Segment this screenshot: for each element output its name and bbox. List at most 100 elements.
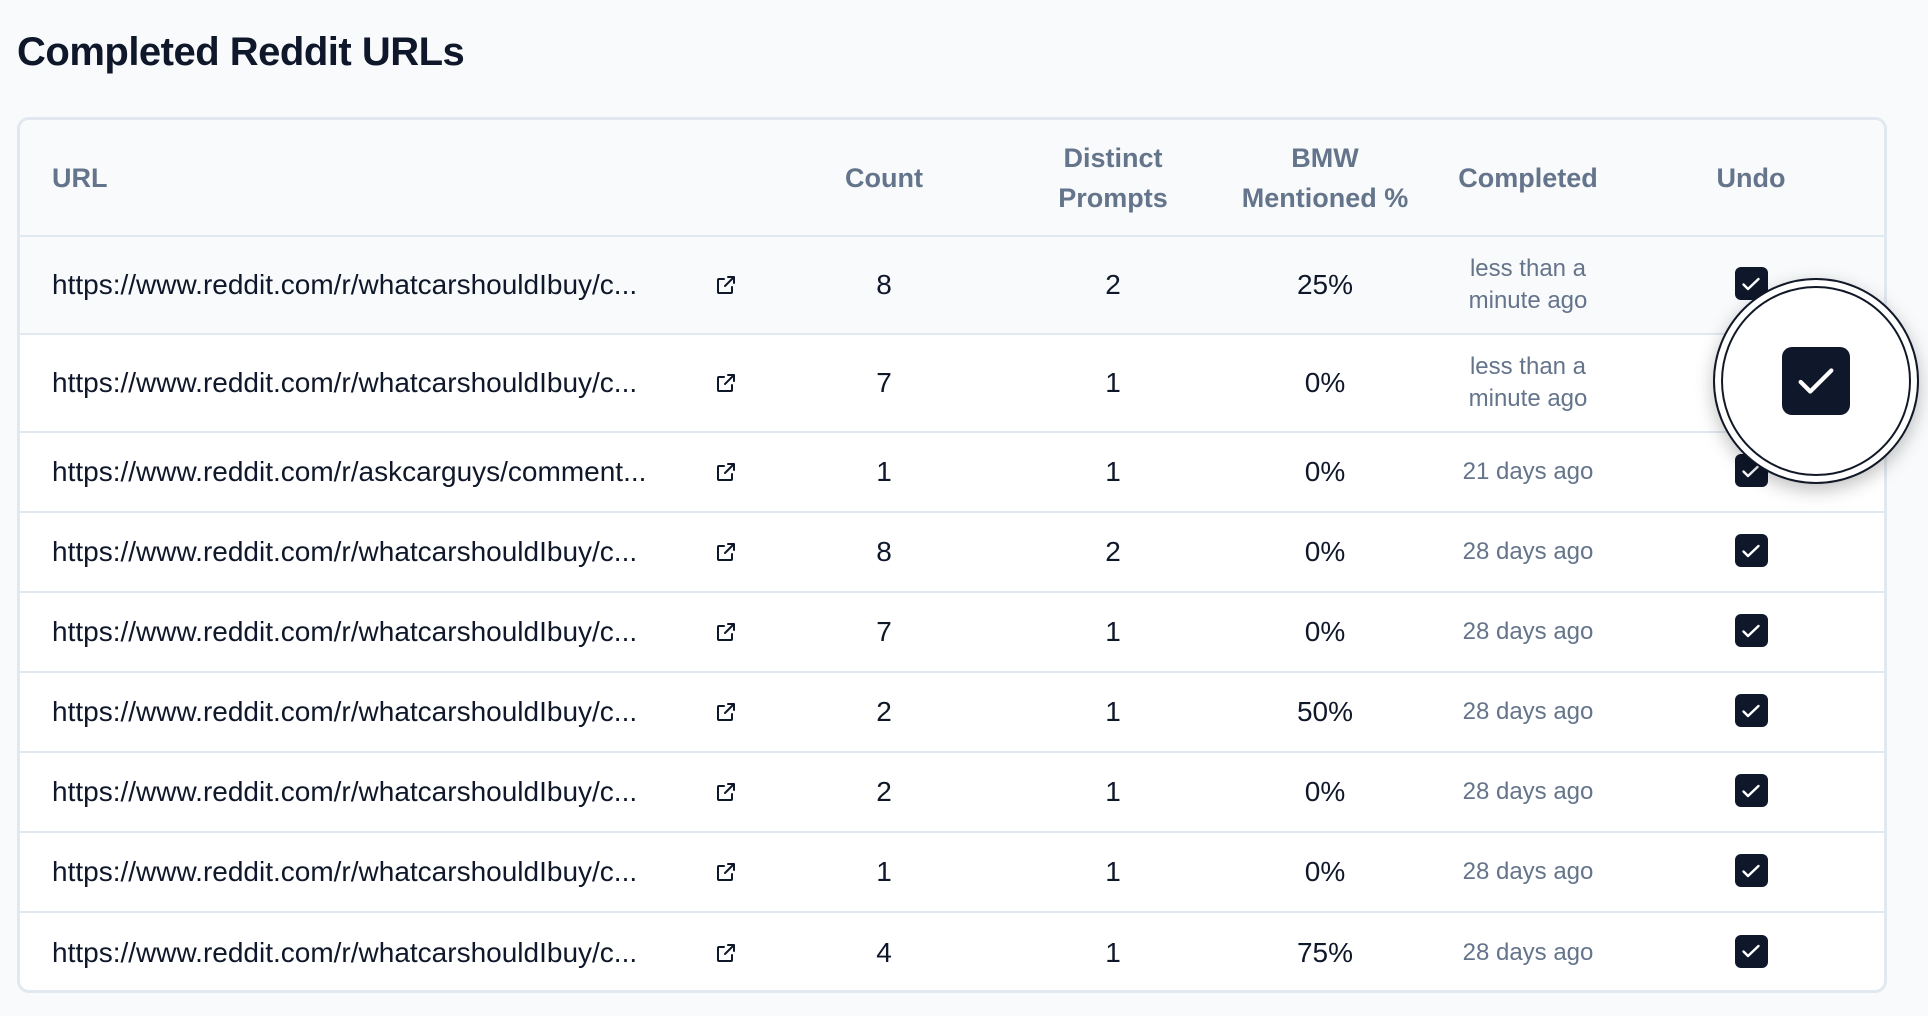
distinct-header-line1: Distinct	[1063, 142, 1163, 173]
check-icon	[1739, 859, 1763, 883]
page: Completed Reddit URLs URL Count Distinct…	[0, 0, 1928, 1016]
distinct-prompts-cell: 1	[1105, 776, 1121, 807]
table-row: https://www.reddit.com/r/whatcarshouldIb…	[20, 672, 1884, 752]
url-cell: https://www.reddit.com/r/whatcarshouldIb…	[20, 334, 748, 432]
external-link-icon[interactable]	[714, 273, 738, 297]
bmw-mentioned-cell: 0%	[1304, 856, 1346, 887]
undo-cell	[1612, 832, 1884, 912]
external-link-icon[interactable]	[714, 780, 738, 804]
bmw-mentioned-cell: 0%	[1304, 776, 1346, 807]
bmw-mentioned-cell: 25%	[1296, 269, 1354, 300]
url-link[interactable]: https://www.reddit.com/r/whatcarshouldIb…	[52, 937, 692, 969]
column-header-undo: Undo	[1612, 120, 1884, 237]
check-icon	[1739, 272, 1763, 296]
bmw-mentioned-cell: 50%	[1296, 696, 1354, 727]
column-header-distinct-prompts: Distinct Prompts	[1020, 120, 1206, 237]
count-cell: 7	[876, 367, 892, 398]
url-link[interactable]: https://www.reddit.com/r/whatcarshouldIb…	[52, 696, 692, 728]
url-link[interactable]: https://www.reddit.com/r/whatcarshouldIb…	[52, 536, 692, 568]
undo-checkbox[interactable]	[1734, 694, 1768, 728]
url-cell: https://www.reddit.com/r/whatcarshouldIb…	[20, 236, 748, 334]
external-link-icon[interactable]	[714, 371, 738, 395]
count-cell: 8	[876, 269, 892, 300]
url-cell: https://www.reddit.com/r/whatcarshouldIb…	[20, 672, 748, 752]
undo-checkbox-zoomed[interactable]	[1782, 347, 1850, 415]
url-link[interactable]: https://www.reddit.com/r/whatcarshouldIb…	[52, 367, 692, 399]
column-header-completed: Completed	[1444, 120, 1612, 237]
count-cell: 2	[876, 776, 892, 807]
table-row: https://www.reddit.com/r/whatcarshouldIb…	[20, 334, 1884, 432]
url-link[interactable]: https://www.reddit.com/r/askcarguys/comm…	[52, 456, 692, 488]
table-row: https://www.reddit.com/r/whatcarshouldIb…	[20, 752, 1884, 832]
bmw-mentioned-cell: 0%	[1304, 616, 1346, 647]
external-link-icon[interactable]	[714, 860, 738, 884]
undo-cell	[1612, 512, 1884, 592]
completed-text: 28 days ago	[1462, 538, 1594, 565]
zoom-magnifier	[1713, 278, 1919, 484]
completed-urls-table: URL Count Distinct Prompts BMW Mentioned…	[20, 120, 1884, 990]
completed-cell: 21 days ago	[1444, 432, 1612, 512]
completed-cell: 28 days ago	[1444, 672, 1612, 752]
bmw-mentioned-cell: 0%	[1304, 536, 1346, 567]
external-link-icon[interactable]	[714, 941, 738, 965]
check-icon	[1739, 939, 1763, 963]
distinct-prompts-cell: 2	[1105, 269, 1121, 300]
url-cell: https://www.reddit.com/r/whatcarshouldIb…	[20, 832, 748, 912]
count-cell: 1	[876, 456, 892, 487]
completed-urls-table-card: URL Count Distinct Prompts BMW Mentioned…	[17, 117, 1887, 993]
external-link-icon[interactable]	[714, 620, 738, 644]
url-cell: https://www.reddit.com/r/whatcarshouldIb…	[20, 912, 748, 990]
undo-checkbox[interactable]	[1734, 614, 1768, 648]
completed-cell: 28 days ago	[1444, 912, 1612, 990]
check-icon	[1739, 539, 1763, 563]
undo-checkbox[interactable]	[1734, 854, 1768, 888]
url-link[interactable]: https://www.reddit.com/r/whatcarshouldIb…	[52, 616, 692, 648]
table-row: https://www.reddit.com/r/whatcarshouldIb…	[20, 512, 1884, 592]
bmw-mentioned-cell: 0%	[1304, 367, 1346, 398]
page-title: Completed Reddit URLs	[17, 30, 465, 74]
completed-text: 28 days ago	[1462, 858, 1594, 885]
table-row: https://www.reddit.com/r/askcarguys/comm…	[20, 432, 1884, 512]
column-header-count: Count	[748, 120, 1020, 237]
distinct-prompts-cell: 1	[1105, 456, 1121, 487]
bmw-mentioned-cell: 75%	[1296, 936, 1354, 968]
column-header-url: URL	[20, 120, 748, 237]
distinct-prompts-cell: 1	[1105, 936, 1121, 968]
completed-text: 21 days ago	[1462, 458, 1594, 485]
count-cell: 2	[876, 696, 892, 727]
undo-checkbox[interactable]	[1734, 534, 1768, 568]
completed-text: less than a minute ago	[1468, 255, 1588, 314]
count-cell: 1	[876, 856, 892, 887]
completed-text: less than a minute ago	[1468, 353, 1588, 412]
distinct-header-line2: Prompts	[1058, 182, 1168, 213]
count-cell: 4	[876, 936, 892, 968]
completed-cell: 28 days ago	[1444, 752, 1612, 832]
undo-checkbox[interactable]	[1734, 774, 1768, 808]
count-cell: 7	[876, 616, 892, 647]
external-link-icon[interactable]	[714, 460, 738, 484]
bmw-header-line2: Mentioned %	[1241, 182, 1409, 213]
completed-text: 28 days ago	[1462, 618, 1594, 645]
undo-cell	[1612, 672, 1884, 752]
url-link[interactable]: https://www.reddit.com/r/whatcarshouldIb…	[52, 269, 692, 301]
completed-cell: 28 days ago	[1444, 512, 1612, 592]
table-row: https://www.reddit.com/r/whatcarshouldIb…	[20, 832, 1884, 912]
bmw-header-line1: BMW	[1291, 142, 1359, 173]
completed-text: 28 days ago	[1462, 698, 1594, 725]
distinct-prompts-cell: 1	[1105, 616, 1121, 647]
completed-cell: less than a minute ago	[1444, 236, 1612, 334]
completed-text: 28 days ago	[1462, 778, 1594, 805]
undo-checkbox[interactable]	[1734, 934, 1768, 968]
table-row: https://www.reddit.com/r/whatcarshouldIb…	[20, 912, 1884, 990]
distinct-prompts-cell: 2	[1105, 536, 1121, 567]
count-cell: 8	[876, 536, 892, 567]
external-link-icon[interactable]	[714, 700, 738, 724]
url-link[interactable]: https://www.reddit.com/r/whatcarshouldIb…	[52, 776, 692, 808]
check-icon	[1798, 368, 1834, 394]
url-link[interactable]: https://www.reddit.com/r/whatcarshouldIb…	[52, 856, 692, 888]
external-link-icon[interactable]	[714, 540, 738, 564]
completed-cell: 28 days ago	[1444, 592, 1612, 672]
completed-cell: less than a minute ago	[1444, 334, 1612, 432]
url-cell: https://www.reddit.com/r/askcarguys/comm…	[20, 432, 748, 512]
completed-cell: 28 days ago	[1444, 832, 1612, 912]
